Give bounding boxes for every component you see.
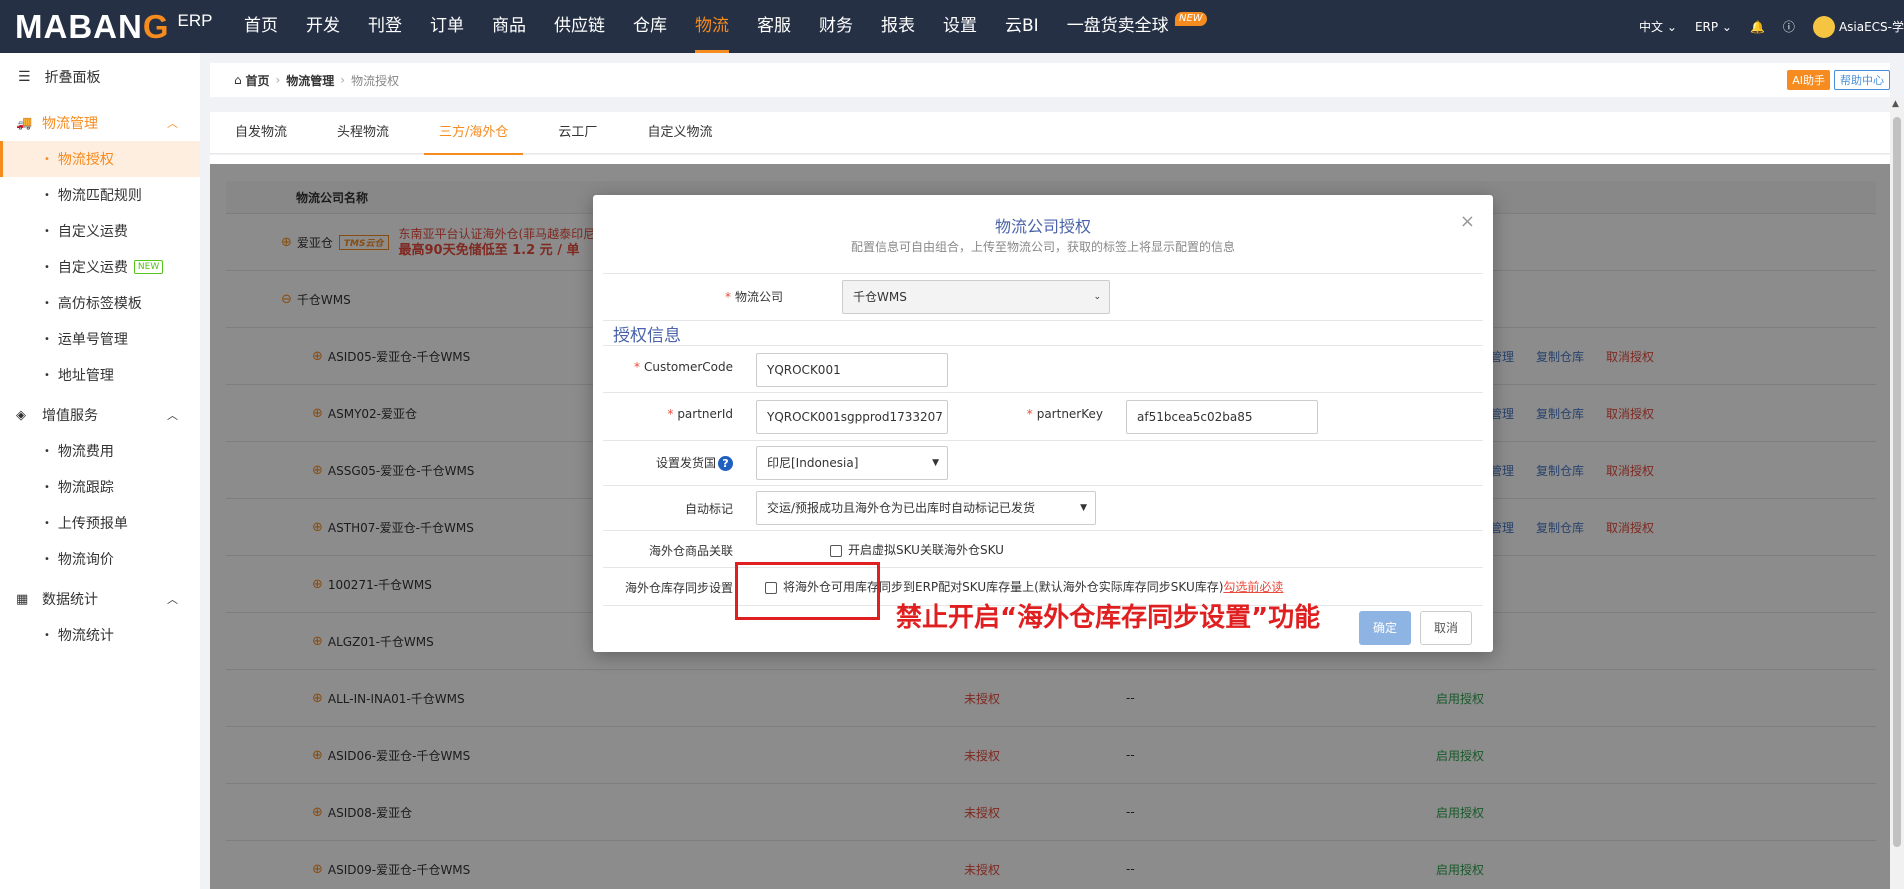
erp-select[interactable]: ERP ⌄ (1695, 20, 1732, 34)
menu-item-4[interactable]: 商品 (478, 0, 540, 53)
menu-item-3[interactable]: 订单 (416, 0, 478, 53)
sidebar-group-2[interactable]: ▦ 数据统计 ︿ (0, 581, 200, 617)
virtual-sku-checkbox[interactable]: 开启虚拟SKU关联海外仓SKU (830, 541, 1004, 558)
sidebar-item[interactable]: 自定义运费NEW (0, 249, 200, 285)
cancel-button[interactable]: 取消 (1420, 611, 1472, 645)
annotation-text: 禁止开启“海外仓库存同步设置”功能 (896, 603, 1321, 633)
menu-item-8[interactable]: 客服 (743, 0, 805, 53)
bell-icon[interactable]: 🔔 (1750, 20, 1765, 34)
chevron-down-icon: ⌄ (1093, 292, 1101, 302)
avatar (1812, 15, 1835, 38)
tab-2[interactable]: 三方/海外仓 (424, 112, 524, 155)
scrollbar[interactable]: ▲ (1890, 97, 1904, 889)
breadcrumb-home[interactable]: 首页 (245, 72, 269, 89)
menu-icon: ☰ (18, 69, 31, 85)
user-menu[interactable]: AsiaECS-学 (1812, 15, 1904, 38)
tab-0[interactable]: 自发物流 (235, 112, 302, 154)
chevron-down-icon: ▼ (932, 458, 939, 468)
sidebar: ☰折叠面板 🚚物流管理︿物流授权物流匹配规则自定义运费自定义运费NEW高仿标签模… (0, 53, 200, 889)
help-icon[interactable]: ⓘ (1783, 18, 1795, 35)
menu-item-9[interactable]: 财务 (805, 0, 867, 53)
sidebar-item[interactable]: 物流询价 (0, 541, 200, 577)
menu-item-6[interactable]: 仓库 (619, 0, 681, 53)
sidebar-item[interactable]: 地址管理 (0, 357, 200, 393)
sidebar-item[interactable]: 高仿标签模板 (0, 285, 200, 321)
close-icon[interactable]: × (1460, 211, 1475, 232)
tab-3[interactable]: 云工厂 (543, 112, 612, 154)
modal-subtitle: 配置信息可自由组合，上传至物流公司，获取的标签上将显示配置的信息 (850, 240, 1235, 254)
top-nav: MABANG ERP 首页 开发 刊登 订单 商品 供应链 仓库 物流 客服 财务 报表 设置 云BI 一… (0, 0, 1904, 53)
sidebar-item[interactable]: 物流跟踪 (0, 469, 200, 505)
customer-code-input[interactable]: YQROCK001 (756, 353, 948, 387)
auto-mark-select[interactable]: 交运/预报成功且海外仓为已出库时自动标记已发货 ▼ (756, 491, 1096, 525)
menu-item-0[interactable]: 首页 (230, 0, 292, 53)
breadcrumb: ⌂ 首页 › 物流管理 › 物流授权 AI助手 帮助中心 (210, 63, 1890, 97)
sidebar-item[interactable]: 上传预报单 (0, 505, 200, 541)
sidebar-item[interactable]: 物流统计 (0, 617, 200, 653)
annotation-box (735, 562, 880, 620)
question-icon[interactable]: ? (718, 456, 733, 471)
logo[interactable]: MABANG ERP (15, 8, 230, 45)
help-center-button[interactable]: 帮助中心 (1834, 70, 1890, 90)
read-before-link[interactable]: 勾选前必读 (1223, 580, 1283, 594)
chevron-up-icon: ︿ (167, 409, 178, 422)
menu-item-12[interactable]: 云BI (991, 0, 1053, 53)
chevron-up-icon: ︿ (167, 117, 178, 130)
modal-title: 物流公司授权 (994, 217, 1091, 236)
menu-item-7[interactable]: 物流 (681, 0, 743, 53)
home-icon: ⌂ (234, 73, 246, 87)
fold-panel-button[interactable]: ☰ 折叠面板 (0, 53, 200, 101)
chevron-down-icon: ▼ (1080, 503, 1087, 513)
tab-4[interactable]: 自定义物流 (632, 112, 727, 154)
menu-item-1[interactable]: 开发 (292, 0, 354, 53)
menu-item-2[interactable]: 刊登 (354, 0, 416, 53)
sidebar-item[interactable]: 物流费用 (0, 433, 200, 469)
top-right-tools: 中文 ⌄ ERP ⌄ 🔔 ⓘ AsiaECS-学 (1621, 0, 1904, 53)
new-tag: NEW (133, 260, 164, 274)
chevron-up-icon: ︿ (167, 593, 178, 606)
tab-bar: 自发物流 头程物流 三方/海外仓 云工厂 自定义物流 (210, 112, 1890, 155)
sidebar-item[interactable]: 物流授权 (0, 141, 200, 177)
breadcrumb-current: 物流授权 (351, 73, 400, 88)
ship-country-select[interactable]: 印尼[Indonesia] ▼ (756, 446, 948, 480)
sidebar-group-0[interactable]: 🚚 物流管理 ︿ (0, 105, 200, 141)
group-icon: ◈ (16, 407, 26, 423)
breadcrumb-mid[interactable]: 物流管理 (286, 72, 334, 89)
menu-item-5[interactable]: 供应链 (540, 0, 619, 53)
new-badge: NEW (1175, 12, 1207, 26)
menu-item-13[interactable]: 一盘货卖全球 NEW (1053, 0, 1207, 53)
section-title: 授权信息 (613, 326, 681, 346)
tab-1[interactable]: 头程物流 (322, 112, 404, 154)
menu-item-11[interactable]: 设置 (929, 0, 991, 53)
menu-item-10[interactable]: 报表 (867, 0, 929, 53)
language-select[interactable]: 中文 ⌄ (1639, 18, 1677, 35)
ai-assistant-button[interactable]: AI助手 (1787, 70, 1830, 90)
partner-key-input[interactable]: af51bcea5c02ba85 (1126, 400, 1318, 434)
main-menu: 首页 开发 刊登 订单 商品 供应链 仓库 物流 客服 财务 报表 设置 云BI 一盘货卖全球 NEW (230, 0, 1213, 53)
company-select[interactable]: 千仓WMS ⌄ (842, 280, 1110, 314)
sidebar-item[interactable]: 自定义运费 (0, 213, 200, 249)
sidebar-item[interactable]: 运单号管理 (0, 321, 200, 357)
partner-id-input[interactable]: YQROCK001sgpprod1733207 (756, 400, 948, 434)
sidebar-group-1[interactable]: ◈ 增值服务 ︿ (0, 397, 200, 433)
auth-modal: 物流公司授权 配置信息可自由组合，上传至物流公司，获取的标签上将显示配置的信息 … (593, 195, 1493, 652)
group-icon: ▦ (16, 591, 29, 607)
sidebar-item[interactable]: 物流匹配规则 (0, 177, 200, 213)
group-icon: 🚚 (16, 115, 33, 131)
